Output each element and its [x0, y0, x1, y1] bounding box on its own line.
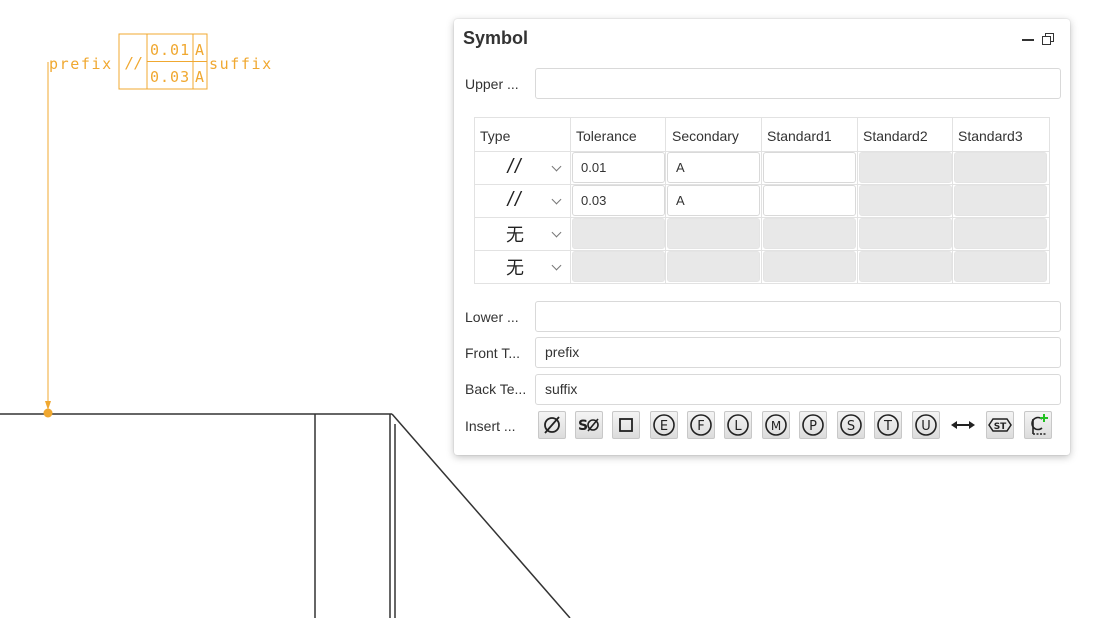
insert-label: Insert ... [465, 418, 516, 434]
circle-t-icon: T [877, 414, 899, 436]
diameter-icon [544, 416, 560, 434]
centerline-add-button[interactable] [1024, 411, 1052, 439]
circle-u-button[interactable]: U [912, 411, 940, 439]
standard1-input-1[interactable] [763, 152, 856, 183]
standard2-input-2 [859, 185, 952, 216]
header-standard1: Standard1 [767, 128, 832, 144]
circle-m-icon: M [765, 414, 787, 436]
standard3-input-4 [954, 251, 1047, 282]
fcf-datum-1: A [195, 41, 204, 59]
tolerance-table: Type Tolerance Secondary Standard1 Stand… [474, 117, 1050, 284]
type-select-4[interactable]: 无 [495, 254, 535, 280]
anchor-point[interactable] [43, 408, 53, 418]
svg-text:U: U [921, 419, 931, 434]
chevron-down-icon[interactable] [552, 163, 560, 171]
back-text-label: Back Te... [465, 381, 527, 397]
annotation-suffix: suffix [209, 55, 273, 73]
svg-text:S: S [578, 418, 588, 434]
parallelism-symbol: // [125, 54, 143, 72]
svg-text:F: F [697, 419, 704, 434]
statistical-icon: ST [988, 418, 1012, 432]
circle-l-icon: L [727, 414, 749, 436]
front-text-input[interactable]: prefix [535, 337, 1061, 368]
lower-label: Lower ... [465, 309, 519, 325]
symbol-panel: Symbol Upper ... Type Tolerance Secondar… [454, 19, 1070, 455]
standard2-input-1 [859, 152, 952, 183]
svg-text:E: E [660, 419, 668, 434]
svg-text:M: M [771, 419, 781, 433]
standard1-input-4 [763, 251, 856, 282]
chevron-down-icon[interactable] [552, 262, 560, 270]
circle-f-button[interactable]: F [687, 411, 715, 439]
centerline-add-icon [1031, 414, 1048, 435]
header-type: Type [480, 128, 511, 144]
circle-f-icon: F [690, 414, 712, 436]
tolerance-input-4 [572, 251, 665, 282]
tolerance-input-2[interactable]: 0.03 [572, 185, 665, 216]
double-arrow-icon [951, 421, 975, 429]
fcf-datum-2: A [195, 68, 204, 86]
circle-s-icon: S [840, 414, 862, 436]
upper-label: Upper ... [465, 76, 519, 92]
chevron-down-icon[interactable] [552, 229, 560, 237]
standard3-input-1 [954, 152, 1047, 183]
circle-p-button[interactable]: P [799, 411, 827, 439]
circle-e-button[interactable]: E [650, 411, 678, 439]
circle-s-button[interactable]: S [837, 411, 865, 439]
svg-text:T: T [883, 419, 892, 434]
standard1-input-3 [763, 218, 856, 249]
svg-text:S: S [847, 419, 855, 434]
spherical-diameter-button[interactable]: S [575, 411, 603, 439]
fcf-tolerance-1: 0.01 [150, 41, 190, 59]
circle-l-button[interactable]: L [724, 411, 752, 439]
diameter-button[interactable] [538, 411, 566, 439]
header-tolerance: Tolerance [576, 128, 637, 144]
upper-text-input[interactable] [535, 68, 1061, 99]
square-icon [619, 418, 633, 432]
standard3-input-3 [954, 218, 1047, 249]
svg-text:L: L [734, 419, 742, 434]
type-select-1[interactable]: // [495, 156, 535, 179]
type-select-3[interactable]: 无 [495, 221, 535, 247]
header-standard3: Standard3 [958, 128, 1023, 144]
back-text-input[interactable]: suffix [535, 374, 1061, 405]
circle-m-button[interactable]: M [762, 411, 790, 439]
standard2-input-4 [859, 251, 952, 282]
tolerance-input-3 [572, 218, 665, 249]
annotation-prefix: prefix [49, 55, 113, 73]
header-standard2: Standard2 [863, 128, 928, 144]
gdt-annotation[interactable]: prefix // 0.01 A 0.03 A suffix [43, 33, 273, 418]
svg-text:P: P [809, 419, 817, 434]
circle-t-button[interactable]: T [874, 411, 902, 439]
spherical-diameter-icon: S [578, 418, 599, 434]
square-button[interactable] [612, 411, 640, 439]
restore-icon[interactable] [1041, 31, 1057, 47]
lower-text-input[interactable] [535, 301, 1061, 332]
secondary-input-3 [667, 218, 760, 249]
panel-title: Symbol [463, 28, 529, 48]
type-select-2[interactable]: // [495, 189, 535, 212]
front-text-label: Front T... [465, 345, 520, 361]
svg-text:ST: ST [994, 422, 1007, 432]
standard3-input-2 [954, 185, 1047, 216]
standard1-input-2[interactable] [763, 185, 856, 216]
double-arrow-button[interactable] [949, 411, 977, 439]
circle-u-icon: U [915, 414, 937, 436]
circle-p-icon: P [802, 414, 824, 436]
header-secondary: Secondary [672, 128, 739, 144]
chevron-down-icon[interactable] [552, 196, 560, 204]
secondary-input-4 [667, 251, 760, 282]
tolerance-input-1[interactable]: 0.01 [572, 152, 665, 183]
standard2-input-3 [859, 218, 952, 249]
minimize-icon[interactable] [1020, 31, 1036, 47]
secondary-input-1[interactable]: A [667, 152, 760, 183]
secondary-input-2[interactable]: A [667, 185, 760, 216]
statistical-button[interactable]: ST [986, 411, 1014, 439]
fcf-tolerance-2: 0.03 [150, 68, 190, 86]
circle-e-icon: E [653, 414, 675, 436]
